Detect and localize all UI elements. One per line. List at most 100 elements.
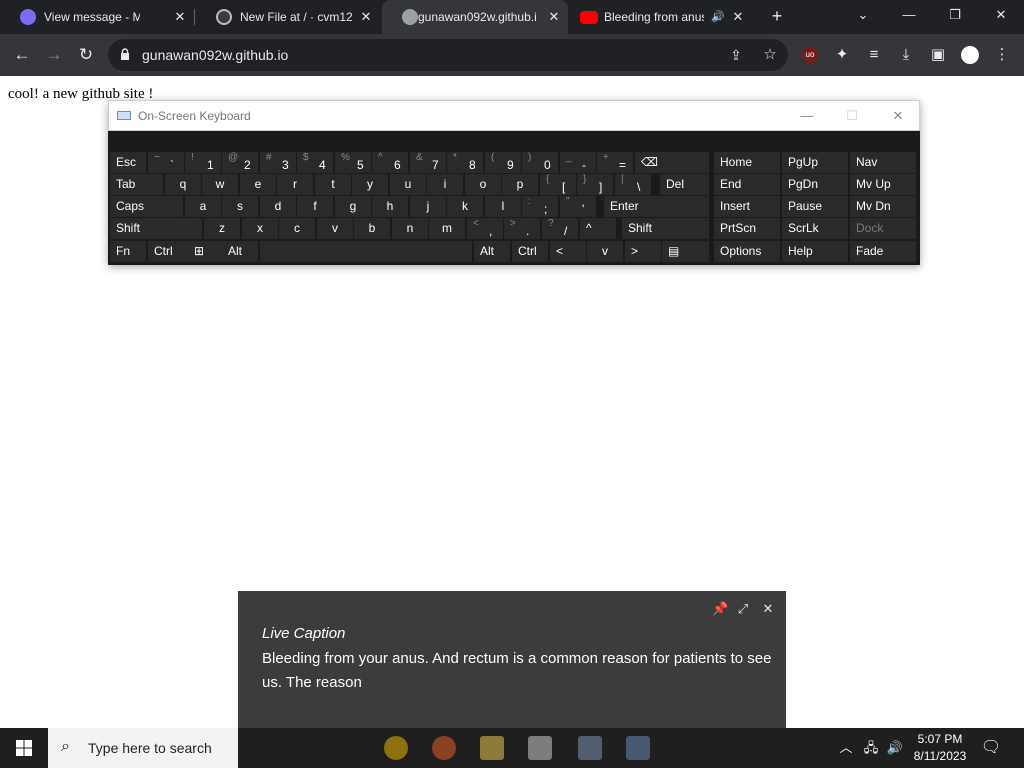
chevron-up-icon[interactable]: ︿: [836, 728, 856, 768]
profile-icon[interactable]: [960, 45, 980, 65]
share-icon[interactable]: ⇪: [726, 45, 746, 65]
osk-key[interactable]: " ': [560, 196, 596, 217]
app-icon[interactable]: [528, 736, 552, 760]
forward-button[interactable]: →: [44, 45, 64, 65]
osk-maximize-button[interactable]: ☐: [842, 107, 862, 125]
tab-github[interactable]: New File at / · cvm1201 ✕: [196, 0, 382, 34]
network-icon[interactable]: 🖧: [860, 728, 882, 768]
osk-key[interactable]: >.: [504, 218, 540, 239]
restore-button[interactable]: ❐: [932, 0, 978, 32]
osk-key[interactable]: m: [429, 218, 465, 239]
osk-key[interactable]: Nav: [850, 152, 916, 173]
osk-key[interactable]: @2: [222, 152, 258, 173]
osk-key[interactable]: ) 0: [522, 152, 558, 173]
close-caption-icon[interactable]: ✕: [760, 601, 776, 617]
osk-key[interactable]: i: [427, 174, 463, 195]
osk-key[interactable]: Shift: [110, 218, 202, 239]
osk-key[interactable]: Ctrl: [512, 241, 548, 262]
osk-key[interactable]: c: [279, 218, 315, 239]
taskbar-clock[interactable]: 5:07 PM 8/11/2023: [910, 731, 970, 765]
osk-key[interactable]: l: [485, 196, 521, 217]
osk-key[interactable]: p: [502, 174, 538, 195]
osk-key[interactable]: :;: [522, 196, 558, 217]
osk-key[interactable]: (9: [485, 152, 521, 173]
osk-key[interactable]: PgUp: [782, 152, 848, 173]
app-icon[interactable]: [626, 736, 650, 760]
osk-key[interactable]: Alt: [474, 241, 510, 262]
osk-key[interactable]: End: [714, 174, 780, 195]
reload-button[interactable]: ↻: [76, 45, 96, 65]
media-controls-icon[interactable]: ≡: [864, 45, 884, 65]
firefox-icon[interactable]: [432, 736, 456, 760]
osk-key[interactable]: Esc: [110, 152, 146, 173]
ublock-icon[interactable]: uo: [800, 45, 820, 65]
osk-key[interactable]: Dock: [850, 218, 916, 239]
osk-key[interactable]: * 8: [447, 152, 483, 173]
osk-key[interactable]: n: [392, 218, 428, 239]
osk-key[interactable]: g: [335, 196, 371, 217]
osk-key[interactable]: o: [465, 174, 501, 195]
osk-key[interactable]: e: [240, 174, 276, 195]
tab-search-icon[interactable]: ⌄: [840, 0, 886, 32]
osk-key[interactable]: t: [315, 174, 351, 195]
expand-icon[interactable]: ⤢: [735, 601, 751, 617]
app-icon[interactable]: [578, 736, 602, 760]
osk-key[interactable]: _ -: [560, 152, 596, 173]
osk-key[interactable]: Home: [714, 152, 780, 173]
osk-key[interactable]: | \: [615, 174, 651, 195]
new-tab-button[interactable]: +: [768, 7, 786, 26]
osk-key[interactable]: y: [352, 174, 388, 195]
osk-key[interactable]: <: [550, 241, 586, 262]
osk-key[interactable]: b: [354, 218, 390, 239]
osk-close-button[interactable]: ✕: [888, 107, 908, 125]
minimize-button[interactable]: —: [886, 0, 932, 32]
taskbar-search-box[interactable]: ⌕ Type here to search: [48, 728, 238, 768]
close-tab-icon[interactable]: ✕: [172, 9, 188, 25]
osk-key[interactable]: Insert: [714, 196, 780, 217]
osk-key[interactable]: Fade: [850, 241, 916, 262]
osk-key[interactable]: h: [372, 196, 408, 217]
osk-key[interactable]: u: [390, 174, 426, 195]
osk-key[interactable]: Mv Up: [850, 174, 916, 195]
osk-key[interactable]: Caps: [110, 196, 183, 217]
osk-key[interactable]: ? /: [542, 218, 578, 239]
close-tab-icon[interactable]: ✕: [546, 9, 562, 25]
osk-key[interactable]: v: [587, 241, 623, 262]
osk-key[interactable]: Pause: [782, 196, 848, 217]
osk-key[interactable]: PrtScn: [714, 218, 780, 239]
bookmark-star-icon[interactable]: ☆: [760, 45, 780, 65]
osk-key[interactable]: Alt: [222, 241, 258, 262]
osk-key[interactable]: & 7: [410, 152, 446, 173]
close-tab-icon[interactable]: ✕: [730, 9, 746, 25]
osk-key[interactable]: Tab: [110, 174, 163, 195]
osk-key[interactable]: r: [277, 174, 313, 195]
pin-icon[interactable]: 📌: [712, 601, 728, 617]
tab-mail[interactable]: View message - Mail.tm ✕: [0, 0, 190, 34]
close-window-button[interactable]: ✕: [978, 0, 1024, 32]
osk-key[interactable]: s: [222, 196, 258, 217]
osk-key[interactable]: ⊞: [188, 241, 224, 262]
osk-key[interactable]: ~ `: [148, 152, 184, 173]
osk-key[interactable]: $4: [297, 152, 333, 173]
osk-key[interactable]: x: [242, 218, 278, 239]
osk-key[interactable]: >: [625, 241, 661, 262]
close-tab-icon[interactable]: ✕: [358, 9, 374, 25]
osk-key[interactable]: % 5: [335, 152, 371, 173]
osk-key[interactable]: a: [185, 196, 221, 217]
osk-key[interactable]: [260, 241, 472, 262]
osk-key[interactable]: j: [410, 196, 446, 217]
extensions-icon[interactable]: ✦: [832, 45, 852, 65]
osk-key[interactable]: v: [317, 218, 353, 239]
tab-github-io[interactable]: gunawan092w.github.io ✕: [382, 0, 568, 34]
osk-key[interactable]: Options: [714, 241, 780, 262]
osk-key[interactable]: Help: [782, 241, 848, 262]
osk-key[interactable]: d: [260, 196, 296, 217]
osk-key[interactable]: q: [165, 174, 201, 195]
tab-youtube[interactable]: Bleeding from anus 🔊 ✕: [568, 0, 758, 34]
start-button[interactable]: [0, 728, 48, 768]
osk-key[interactable]: + =: [597, 152, 633, 173]
notifications-icon[interactable]: 🗨: [978, 728, 1004, 768]
osk-key[interactable]: ▤: [662, 241, 709, 262]
osk-key[interactable]: ! 1: [185, 152, 221, 173]
osk-key[interactable]: f: [297, 196, 333, 217]
